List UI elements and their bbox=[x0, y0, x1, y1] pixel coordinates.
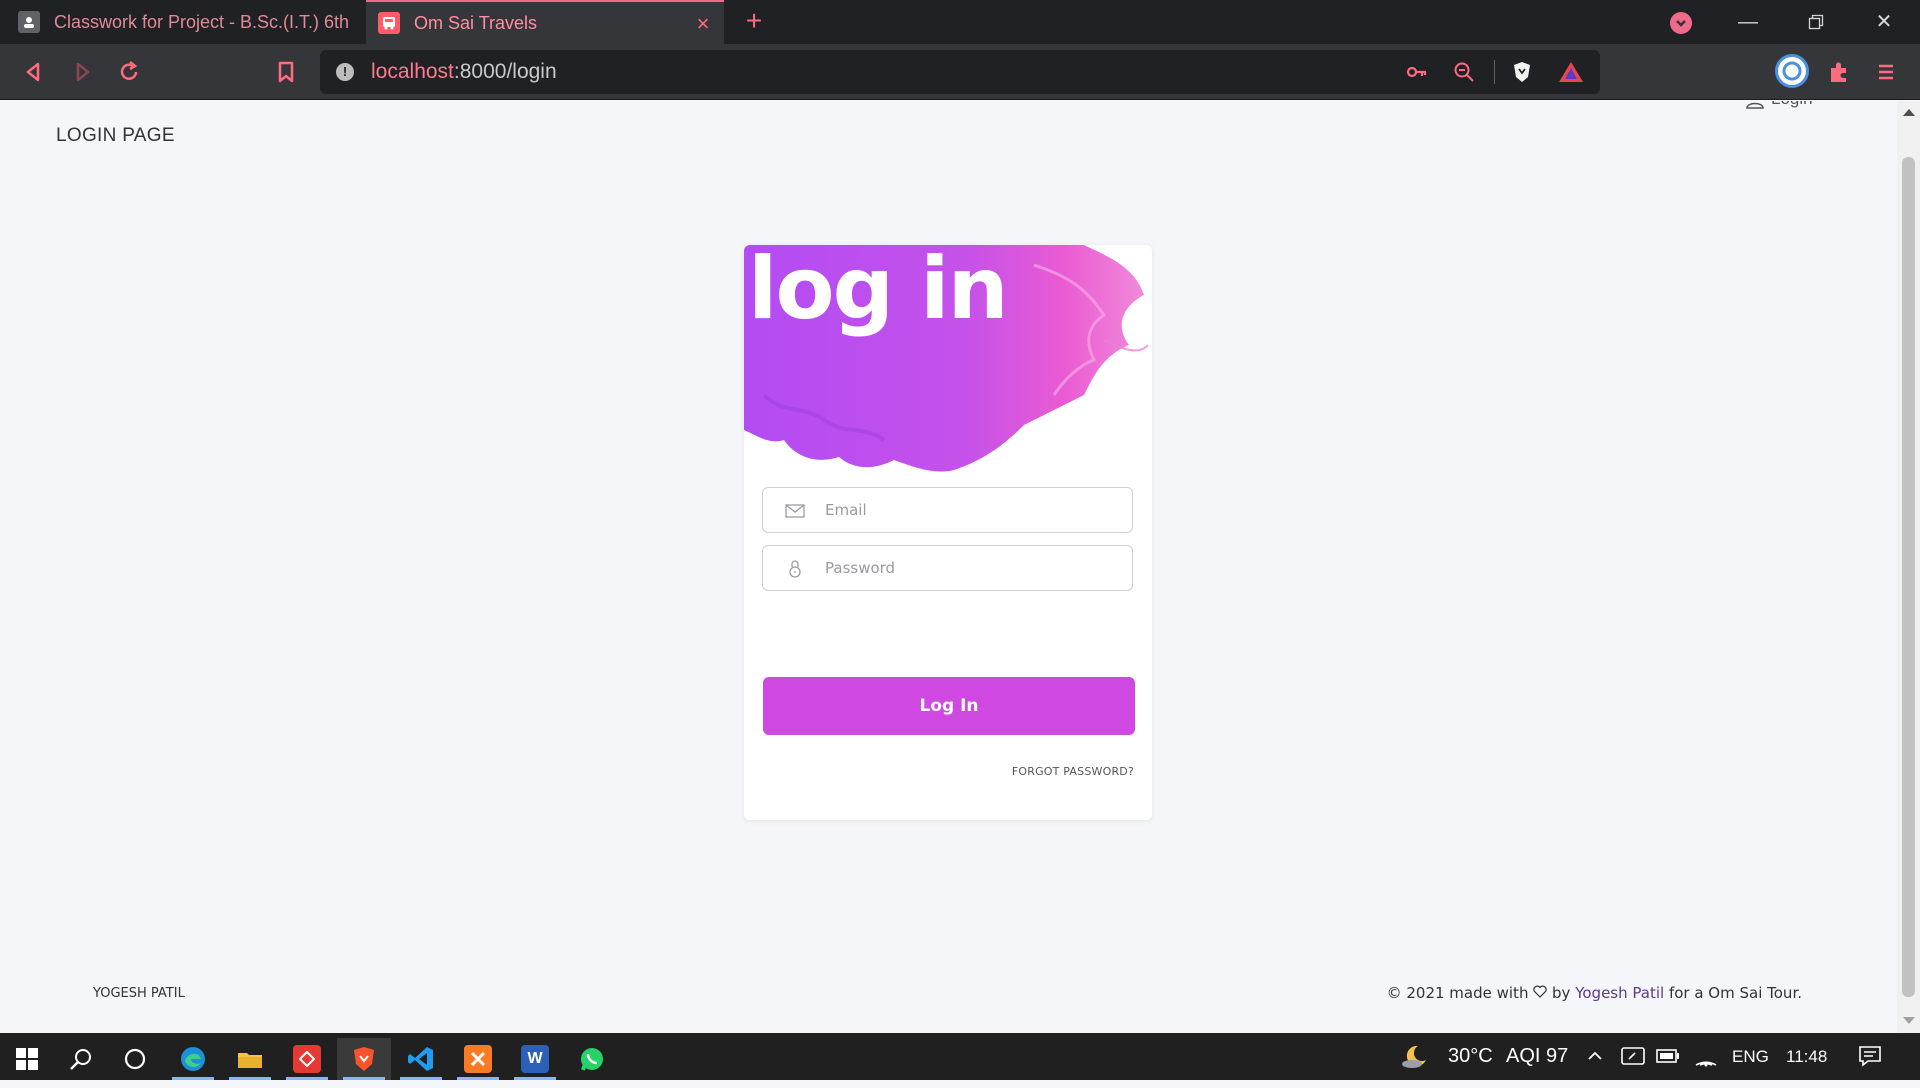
weather-temperature[interactable]: 30°C bbox=[1448, 1033, 1493, 1080]
tab-search-button[interactable] bbox=[1670, 12, 1692, 34]
weather-moon-icon[interactable] bbox=[1400, 1033, 1430, 1080]
tab-strip: Classwork for Project - B.Sc.(I.T.) 6th … bbox=[0, 0, 1920, 44]
meet-now-icon[interactable] bbox=[1621, 1033, 1645, 1080]
notifications-icon[interactable] bbox=[1858, 1033, 1882, 1080]
bus-icon bbox=[378, 12, 400, 34]
password-field[interactable] bbox=[762, 545, 1133, 591]
email-field[interactable] bbox=[762, 487, 1133, 533]
zoom-out-icon[interactable] bbox=[1452, 60, 1476, 84]
brave-shield-icon[interactable] bbox=[1510, 60, 1534, 84]
wifi-icon[interactable] bbox=[1694, 1033, 1718, 1080]
url-host: localhost bbox=[371, 60, 454, 83]
heart-icon bbox=[1533, 985, 1547, 998]
extensions-icon[interactable] bbox=[1825, 58, 1853, 86]
login-button[interactable]: Log In bbox=[763, 677, 1135, 735]
back-icon[interactable] bbox=[20, 58, 48, 86]
browser-toolbar: ! localhost:8000/login bbox=[0, 44, 1920, 100]
reload-icon[interactable] bbox=[115, 58, 143, 86]
anydesk-icon[interactable] bbox=[280, 1038, 334, 1080]
windows-start-icon[interactable] bbox=[0, 1038, 54, 1080]
tab-om-sai-travels[interactable]: Om Sai Travels × bbox=[366, 0, 724, 44]
user-icon bbox=[1746, 102, 1764, 109]
login-card: log in Log In FORGOT PASSWORD? bbox=[744, 245, 1152, 820]
classroom-icon bbox=[18, 11, 40, 33]
word-icon[interactable]: W bbox=[508, 1038, 562, 1080]
restore-icon[interactable] bbox=[1796, 6, 1836, 38]
email-input[interactable] bbox=[825, 488, 1115, 532]
lock-icon bbox=[789, 560, 801, 578]
menu-icon[interactable] bbox=[1872, 58, 1900, 86]
nav-login-label: Login bbox=[1771, 101, 1813, 109]
profile-avatar[interactable] bbox=[1775, 54, 1809, 88]
tab-classwork[interactable]: Classwork for Project - B.Sc.(I.T.) 6th … bbox=[0, 0, 366, 44]
brave-browser-icon[interactable] bbox=[337, 1038, 391, 1080]
footer-prefix: © 2021 made with bbox=[1386, 984, 1529, 1002]
divider bbox=[1494, 60, 1495, 84]
chevron-up-icon[interactable] bbox=[1586, 1033, 1604, 1080]
clock[interactable]: 11:48 bbox=[1786, 1033, 1827, 1080]
key-icon[interactable] bbox=[1405, 60, 1429, 84]
nav-login-link[interactable]: Login bbox=[1745, 101, 1813, 109]
edge-icon[interactable] bbox=[166, 1038, 220, 1080]
close-tab-icon[interactable]: × bbox=[692, 13, 714, 35]
page-scrollbar[interactable] bbox=[1897, 101, 1920, 1033]
file-explorer-icon[interactable] bbox=[223, 1038, 277, 1080]
new-tab-button[interactable]: + bbox=[740, 7, 768, 36]
xampp-icon[interactable] bbox=[451, 1038, 505, 1080]
scroll-up-icon[interactable] bbox=[1903, 109, 1915, 116]
scroll-thumb[interactable] bbox=[1902, 157, 1915, 997]
footer-suffix: for a Om Sai Tour. bbox=[1668, 984, 1802, 1002]
url-text[interactable]: localhost:8000/login bbox=[371, 60, 557, 84]
tab-title: Om Sai Travels bbox=[414, 12, 538, 33]
address-bar[interactable]: ! localhost:8000/login bbox=[320, 50, 1600, 94]
vscode-icon[interactable] bbox=[394, 1038, 448, 1080]
hero-title: log in bbox=[748, 245, 1009, 339]
bookmark-icon[interactable] bbox=[272, 58, 300, 86]
weather-aqi[interactable]: AQI 97 bbox=[1506, 1033, 1568, 1080]
search-icon[interactable] bbox=[54, 1038, 108, 1080]
battery-icon[interactable] bbox=[1656, 1033, 1680, 1080]
site-info-icon[interactable]: ! bbox=[336, 63, 354, 81]
forward-icon[interactable] bbox=[68, 58, 96, 86]
brave-rewards-icon[interactable] bbox=[1558, 60, 1583, 84]
page-title: LOGIN PAGE bbox=[56, 125, 175, 146]
minimize-icon[interactable]: — bbox=[1728, 6, 1768, 38]
windows-taskbar: W 30°C AQI 97 ENG 11:48 bbox=[0, 1033, 1920, 1080]
footer-author-link[interactable]: Yogesh Patil bbox=[1575, 984, 1664, 1002]
envelope-icon bbox=[785, 504, 805, 518]
scroll-down-icon[interactable] bbox=[1903, 1017, 1915, 1024]
footer-by: by bbox=[1552, 984, 1571, 1002]
footer-author: YOGESH PATIL bbox=[93, 986, 185, 1001]
close-window-icon[interactable]: ✕ bbox=[1864, 6, 1904, 38]
footer-credits: © 2021 made with by Yogesh Patil for a O… bbox=[1387, 984, 1802, 1002]
language-indicator[interactable]: ENG bbox=[1732, 1033, 1769, 1080]
page-viewport: LOGIN PAGE Login log in bbox=[0, 101, 1897, 1033]
tab-title: Classwork for Project - B.Sc.(I.T.) 6th … bbox=[54, 11, 354, 32]
whatsapp-icon[interactable] bbox=[565, 1038, 619, 1080]
password-input[interactable] bbox=[825, 546, 1115, 590]
forgot-password-link[interactable]: FORGOT PASSWORD? bbox=[1012, 765, 1134, 778]
task-view-icon[interactable] bbox=[108, 1038, 162, 1080]
url-path: :8000/login bbox=[453, 60, 557, 83]
login-hero-image: log in bbox=[744, 245, 1152, 475]
